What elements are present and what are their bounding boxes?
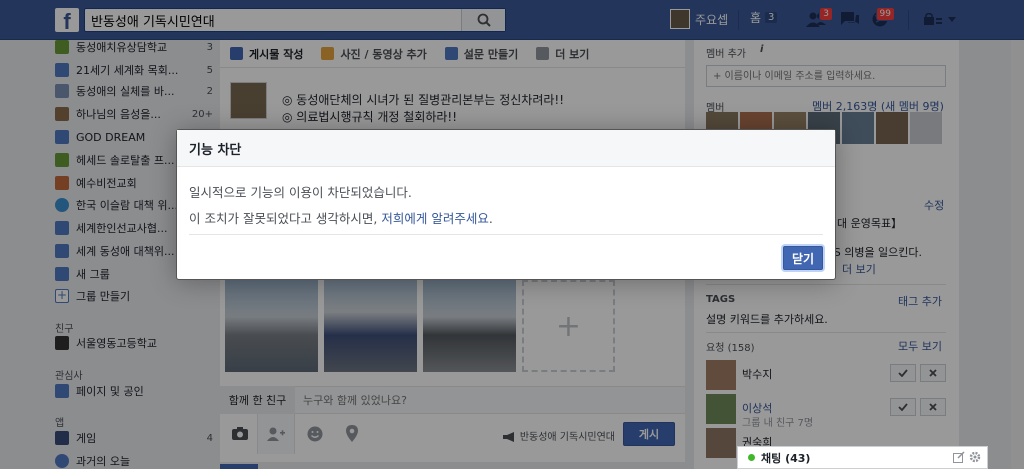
compose-message-icon[interactable] [953, 451, 965, 466]
dialog-title: 기능 차단 [177, 130, 835, 167]
close-button[interactable]: 닫기 [783, 246, 823, 270]
dialog-message: 이 조치가 잘못되었다고 생각하시면, 저희에게 알려주세요. [189, 211, 493, 226]
online-status-icon [748, 454, 755, 461]
chat-bar[interactable]: 채팅 (43) [737, 446, 988, 469]
feature-blocked-dialog: 기능 차단 일시적으로 기능의 이용이 차단되었습니다. 이 조치가 잘못되었다… [176, 129, 836, 280]
chat-label: 채팅 (43) [761, 451, 811, 465]
report-mistake-link[interactable]: 저희에게 알려주세요 [381, 211, 488, 226]
dialog-body: 일시적으로 기능의 이용이 차단되었습니다. 이 조치가 잘못되었다고 생각하시… [177, 167, 835, 232]
dialog-message: 일시적으로 기능의 이용이 차단되었습니다. [189, 185, 412, 200]
gear-icon[interactable] [969, 451, 981, 466]
